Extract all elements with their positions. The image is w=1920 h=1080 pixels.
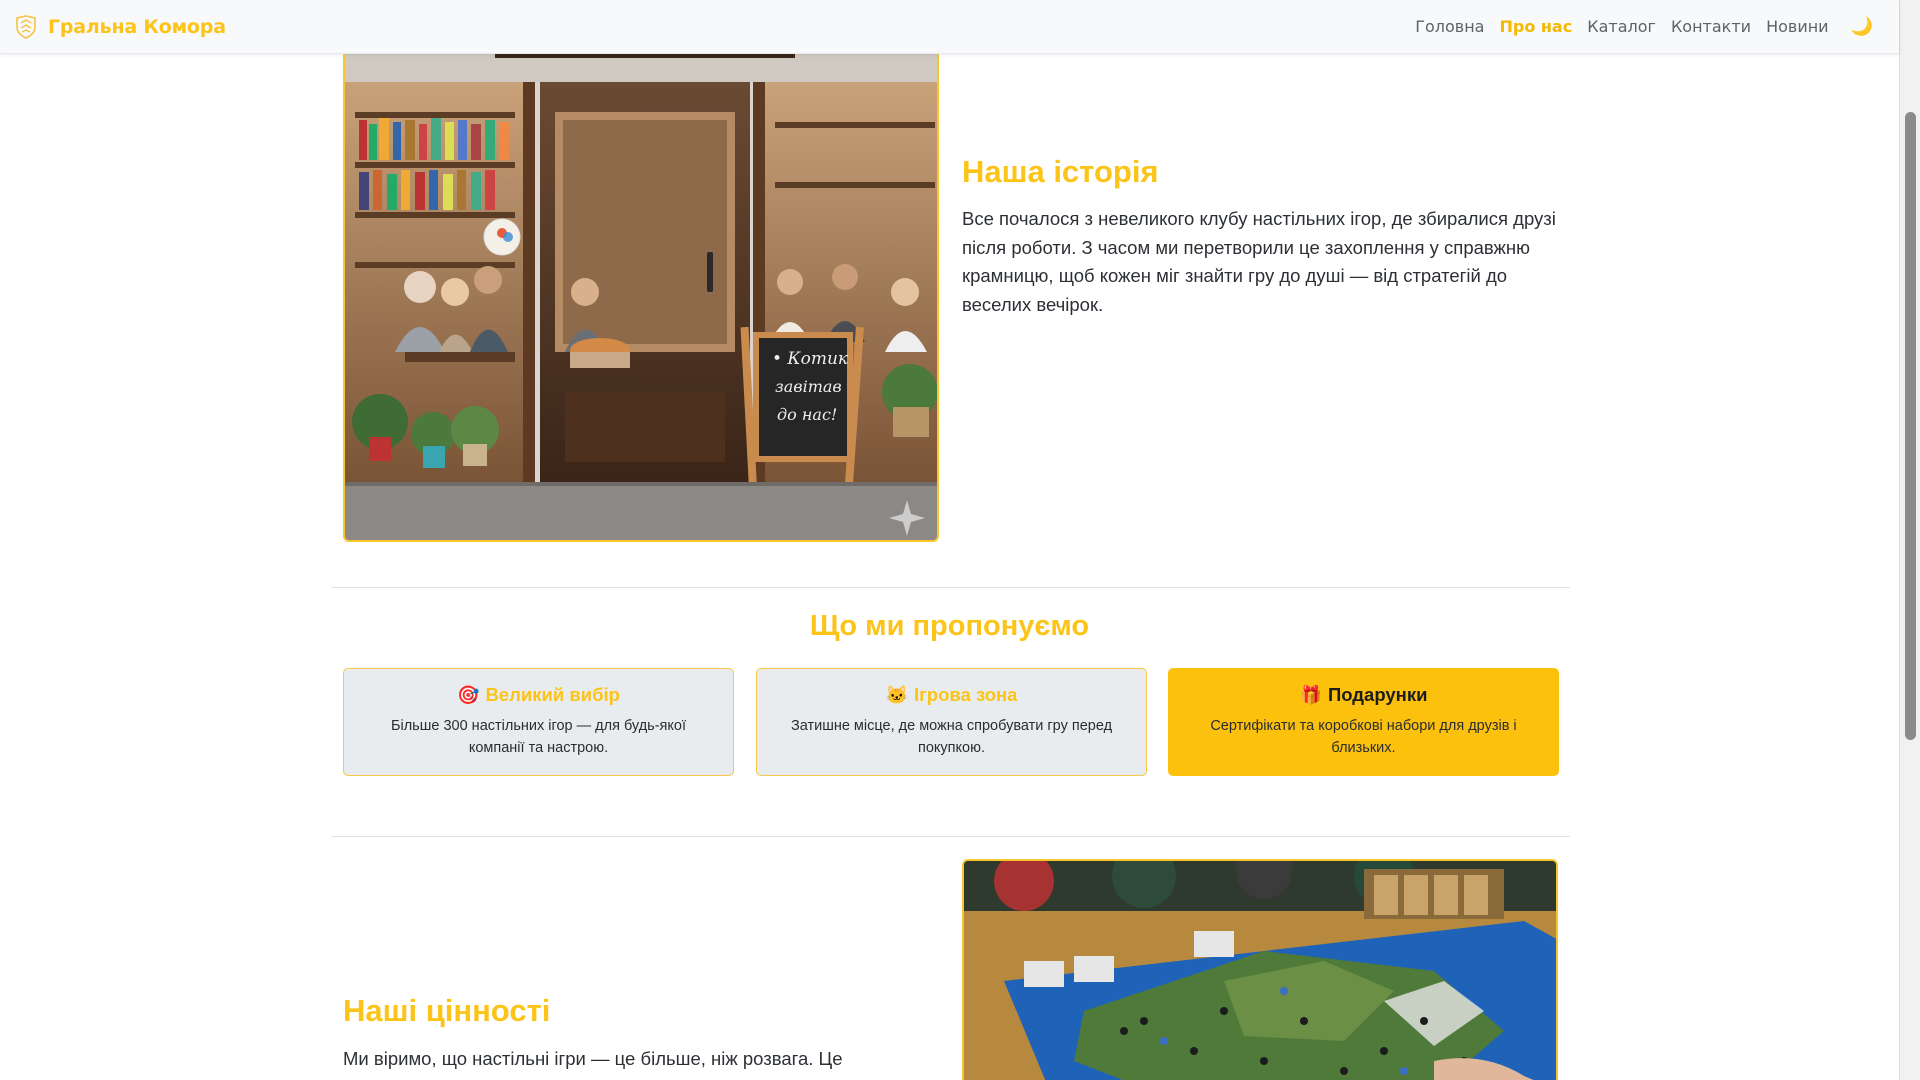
chalkboard-line-3: до нас! — [777, 405, 837, 424]
nav-item-home[interactable]: Головна — [1415, 17, 1484, 36]
moon-icon[interactable]: 🌙 — [1851, 16, 1873, 37]
card-title: Ігрова зона — [913, 684, 1018, 705]
card-title: Великий вибір — [485, 684, 620, 705]
divider — [331, 587, 1570, 588]
cafe-storefront-illustration: • Котик завітав до нас! — [345, 52, 937, 540]
offer-card-selection: 🎯 Великий вибір Більше 300 настільних іг… — [343, 668, 734, 776]
offer-card-gifts: 🎁 Подарунки Сертифікати та коробкові наб… — [1168, 668, 1559, 776]
card-description: Більше 300 настільних ігор — для будь-як… — [390, 718, 686, 756]
divider — [331, 836, 1570, 837]
offer-card-game-zone: 🐱 Ігрова зона Затишне місце, де можна сп… — [756, 668, 1147, 776]
navbar: Гральна Комора Головна Про нас Каталог К… — [0, 0, 1899, 54]
brand-link[interactable]: Гральна Комора — [14, 14, 226, 39]
nav-item-catalog[interactable]: Каталог — [1587, 17, 1656, 36]
board-game-image — [962, 859, 1558, 1080]
chalkboard-line-2: завітав — [775, 377, 842, 396]
card-description: Затишне місце, де можна спробувати гру п… — [790, 718, 1113, 756]
chalkboard-line-1: • Котик — [772, 349, 849, 369]
nav-item-about[interactable]: Про нас — [1499, 17, 1572, 36]
values-title: Наші цінності — [343, 993, 551, 1028]
story-image: • Котик завітав до нас! — [343, 50, 939, 542]
offers-title: Що ми пропонуємо — [809, 610, 1090, 642]
shield-logo-icon — [16, 14, 36, 39]
story-text: Все почалося з невеликого клубу настільн… — [962, 208, 1556, 315]
target-icon: 🎯 — [457, 684, 480, 705]
nav-item-contacts[interactable]: Контакти — [1671, 17, 1751, 36]
nav-item-news[interactable]: Новини — [1766, 17, 1829, 36]
scrollbar-thumb[interactable] — [1905, 112, 1916, 740]
scrollbar[interactable] — [1899, 0, 1920, 1080]
card-title: Подарунки — [1327, 684, 1428, 705]
nav-links: Головна Про нас Каталог Контакти Новини … — [1400, 16, 1883, 37]
story-title: Наша історія — [962, 154, 1159, 189]
brand-name: Гральна Комора — [48, 15, 226, 38]
values-text: Ми віримо, що настільні ігри — це більше… — [343, 1048, 843, 1069]
gift-icon: 🎁 — [1299, 684, 1322, 705]
cat-icon: 🐱 — [885, 684, 908, 705]
card-description: Сертифікати та коробкові набори для друз… — [1210, 718, 1517, 756]
board-game-illustration — [964, 861, 1556, 1080]
